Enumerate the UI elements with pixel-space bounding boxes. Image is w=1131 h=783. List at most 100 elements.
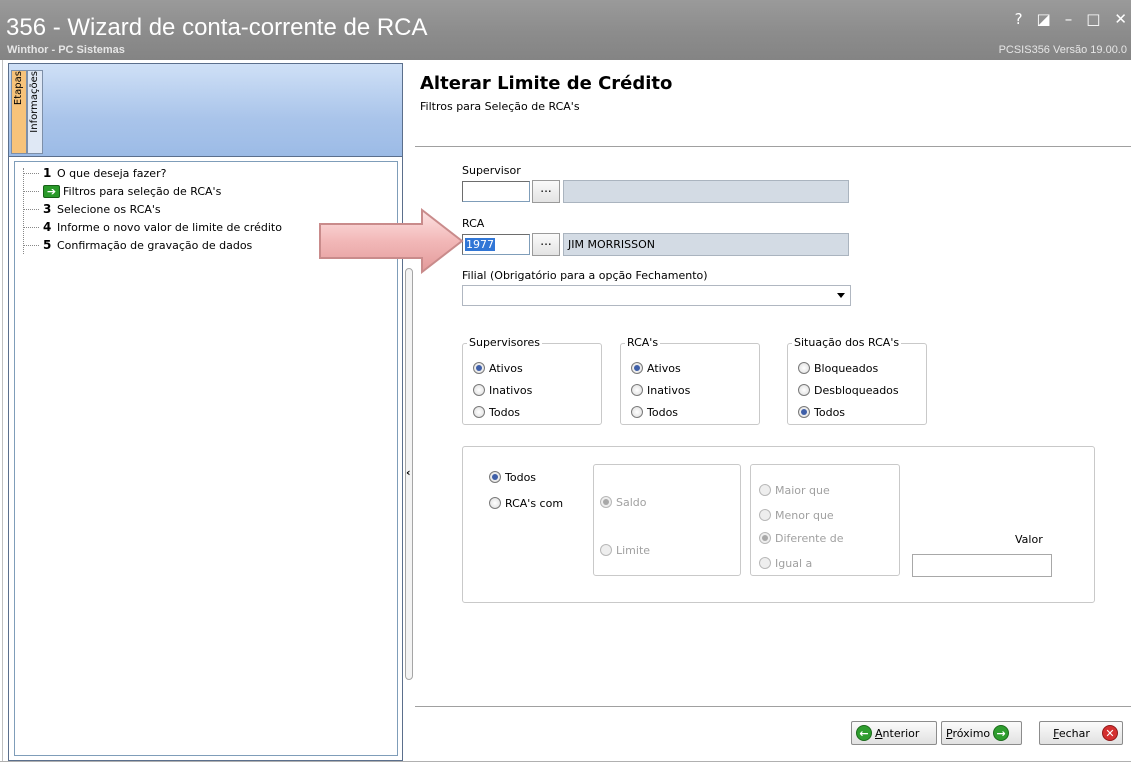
rcas-todos-radio[interactable]: Todos: [631, 404, 678, 420]
anterior-accel: A: [875, 726, 883, 740]
restore-icon[interactable]: ◪: [1037, 10, 1051, 28]
rca-lookup-button[interactable]: ...: [532, 233, 560, 256]
anterior-label: Anterior: [875, 727, 919, 740]
radio[interactable]: [473, 406, 485, 418]
radio-label: Inativos: [489, 383, 533, 397]
supervisores-group-label: Supervisores: [467, 336, 543, 349]
dropdown-arrow-icon[interactable]: [837, 293, 845, 298]
close-icon[interactable]: ✕: [1114, 10, 1127, 28]
radio-label: Igual a: [775, 556, 813, 570]
supervisores-todos-radio[interactable]: Todos: [473, 404, 520, 420]
proximo-rest: róximo: [952, 726, 991, 740]
supervisores-inativos-radio[interactable]: Inativos: [473, 382, 532, 398]
step-number: 3: [43, 202, 52, 216]
radio-label: Todos: [489, 405, 521, 419]
fechar-rest: echar: [1058, 726, 1090, 740]
step-number: 4: [43, 220, 52, 234]
step-3[interactable]: 3 Selecione os RCA's: [23, 200, 161, 218]
op-igual-a-radio[interactable]: Igual a: [759, 555, 812, 571]
radio[interactable]: [631, 384, 643, 396]
tab-etapas[interactable]: Etapas: [11, 70, 27, 154]
anterior-button[interactable]: ← Anterior: [851, 721, 937, 745]
step-label: Filtros para seleção de RCA's: [63, 184, 222, 198]
radio-selected[interactable]: [489, 471, 501, 483]
wizard-content: Alterar Limite de Crédito Filtros para S…: [415, 63, 1131, 761]
radio-selected[interactable]: [798, 406, 810, 418]
radio-label: Inativos: [647, 383, 691, 397]
collapse-chevron-icon[interactable]: ‹: [406, 466, 411, 479]
rcas-group-label: RCA's: [625, 336, 661, 349]
op-maior-que-radio[interactable]: Maior que: [759, 482, 830, 498]
step-4[interactable]: 4 Informe o novo valor de limite de créd…: [23, 218, 282, 236]
radio[interactable]: [600, 544, 612, 556]
arrow-left-icon: ←: [856, 725, 872, 741]
op-diferente-de-radio[interactable]: Diferente de: [759, 530, 844, 546]
tree-branch: [23, 244, 39, 246]
radio-selected[interactable]: [759, 532, 771, 544]
step-number: 5: [43, 238, 52, 252]
radio-selected[interactable]: [631, 362, 643, 374]
maximize-icon[interactable]: □: [1086, 10, 1100, 28]
window-title: 356 - Wizard de conta-corrente de RCA: [6, 14, 428, 41]
window-subtitle: Winthor - PC Sistemas: [7, 44, 125, 56]
panel-tabs: Etapas Informações: [9, 64, 402, 157]
radio[interactable]: [473, 384, 485, 396]
field-saldo-radio[interactable]: Saldo: [600, 494, 647, 510]
minimize-icon[interactable]: –: [1065, 10, 1073, 28]
app-version: PCSIS356 Versão 19.00.0: [998, 44, 1127, 56]
proximo-button[interactable]: Próximo →: [941, 721, 1022, 745]
tab-etapas-label: Etapas: [13, 71, 24, 106]
filial-select[interactable]: [462, 285, 851, 306]
rcas-group: RCA's Ativos Inativos Todos: [620, 336, 760, 425]
page-subtitle: Filtros para Seleção de RCA's: [420, 100, 580, 113]
radio[interactable]: [798, 384, 810, 396]
filter-todos-radio[interactable]: Todos: [489, 469, 536, 485]
radio[interactable]: [759, 509, 771, 521]
rcas-inativos-radio[interactable]: Inativos: [631, 382, 690, 398]
close-x-icon: ✕: [1102, 725, 1118, 741]
proximo-label: Próximo: [946, 727, 990, 740]
radio-label: Todos: [814, 405, 846, 419]
radio-selected[interactable]: [473, 362, 485, 374]
rcas-ativos-radio[interactable]: Ativos: [631, 360, 681, 376]
situacao-todos-radio[interactable]: Todos: [798, 404, 845, 420]
situacao-group: Situação dos RCA's Bloqueados Desbloquea…: [787, 336, 927, 425]
help-icon[interactable]: ?: [1015, 10, 1023, 28]
rca-name-field: JIM MORRISSON: [563, 233, 849, 256]
tree-branch: [23, 208, 39, 210]
situacao-bloqueados-radio[interactable]: Bloqueados: [798, 360, 878, 376]
valor-input[interactable]: [912, 554, 1052, 577]
situacao-desbloqueados-radio[interactable]: Desbloqueados: [798, 382, 899, 398]
supervisor-lookup-button[interactable]: ...: [532, 180, 560, 203]
valor-filter-panel: Todos RCA's com Saldo Limite Maior que M…: [462, 446, 1095, 603]
anterior-rest: nterior: [882, 726, 920, 740]
radio[interactable]: [631, 406, 643, 418]
fechar-button[interactable]: Fechar ✕: [1039, 721, 1123, 745]
step-label: O que deseja fazer?: [57, 166, 167, 180]
title-bar: 356 - Wizard de conta-corrente de RCA Wi…: [0, 0, 1131, 60]
filter-rcas-com-radio[interactable]: RCA's com: [489, 495, 563, 511]
arrow-right-icon: →: [993, 725, 1010, 741]
radio-label: RCA's com: [505, 496, 564, 510]
supervisores-ativos-radio[interactable]: Ativos: [473, 360, 523, 376]
radio[interactable]: [759, 557, 771, 569]
radio[interactable]: [798, 362, 810, 374]
step-number: 1: [43, 166, 52, 180]
step-5[interactable]: 5 Confirmação de gravação de dados: [23, 236, 252, 254]
radio-selected[interactable]: [600, 496, 612, 508]
radio[interactable]: [759, 484, 771, 496]
rca-code-input[interactable]: 1977: [462, 234, 530, 255]
valor-label: Valor: [1015, 533, 1043, 546]
current-step-arrow-icon: ➔: [43, 184, 60, 198]
radio[interactable]: [489, 497, 501, 509]
step-1[interactable]: 1 O que deseja fazer?: [23, 164, 166, 182]
field-limite-radio[interactable]: Limite: [600, 542, 650, 558]
supervisor-code-input[interactable]: [462, 181, 530, 202]
radio-label: Maior que: [775, 483, 830, 497]
step-label: Informe o novo valor de limite de crédit…: [57, 220, 282, 234]
panel-splitter[interactable]: ‹: [403, 63, 415, 761]
op-menor-que-radio[interactable]: Menor que: [759, 507, 834, 523]
tab-informacoes[interactable]: Informações: [27, 70, 43, 154]
pointer-arrow-icon: [319, 208, 464, 274]
step-2-current[interactable]: ➔ Filtros para seleção de RCA's: [23, 182, 221, 200]
